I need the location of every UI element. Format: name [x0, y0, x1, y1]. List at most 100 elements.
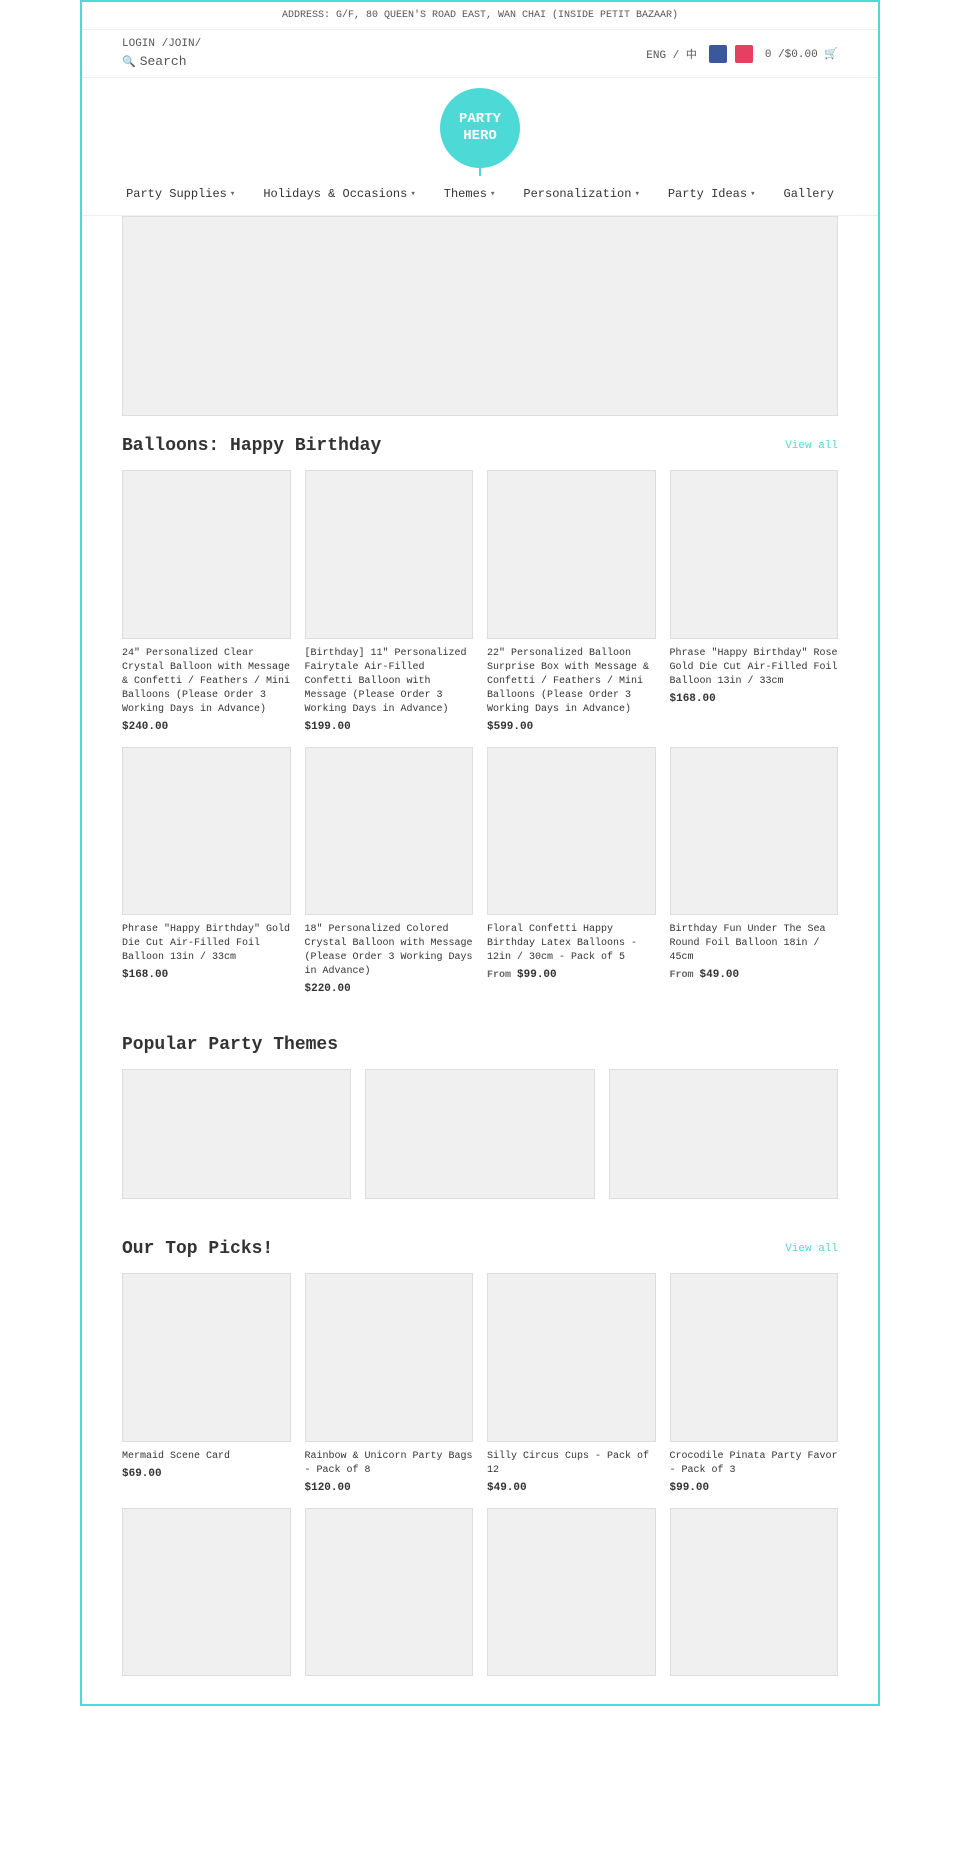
product-card[interactable]: Birthday Fun Under The Sea Round Foil Ba… [670, 747, 839, 996]
balloons-section-header: Balloons: Happy Birthday View all [122, 436, 838, 456]
product-card[interactable]: [Birthday] 11" Personalized Fairytale Ai… [305, 470, 474, 733]
nav-party-ideas[interactable]: Party Ideas ▾ [668, 187, 756, 201]
product-name: Birthday Fun Under The Sea Round Foil Ba… [670, 923, 839, 965]
product-image [305, 747, 474, 916]
cart-info[interactable]: 0 /$0.00 🛒 [765, 47, 838, 61]
nav-party-supplies-label: Party Supplies [126, 187, 227, 201]
balloons-section-title: Balloons: Happy Birthday [122, 436, 381, 456]
product-name: Silly Circus Cups - Pack of 12 [487, 1450, 656, 1478]
nav-party-supplies[interactable]: Party Supplies ▾ [126, 187, 235, 201]
product-image [122, 470, 291, 639]
product-card[interactable]: Silly Circus Cups - Pack of 12 $49.00 [487, 1273, 656, 1494]
top-picks-title: Our Top Picks! [122, 1239, 273, 1259]
product-card[interactable]: Rainbow & Unicorn Party Bags - Pack of 8… [305, 1273, 474, 1494]
cart-icon: 🛒 [824, 49, 838, 61]
product-image [487, 470, 656, 639]
product-image [305, 1273, 474, 1442]
search-bar[interactable]: 🔍 Search [122, 54, 201, 69]
product-card[interactable] [670, 1508, 839, 1685]
social-icons [709, 45, 753, 63]
search-label[interactable]: Search [140, 54, 187, 69]
nav-personalization-label: Personalization [523, 187, 631, 201]
nav-themes[interactable]: Themes ▾ [444, 187, 496, 201]
nav-party-ideas-label: Party Ideas [668, 187, 747, 201]
search-icon: 🔍 [122, 55, 136, 69]
product-price: $120.00 [305, 1482, 474, 1494]
product-price: $599.00 [487, 721, 656, 733]
product-card[interactable] [122, 1508, 291, 1685]
product-price: $168.00 [670, 693, 839, 705]
header-left: LOGIN /JOIN/ 🔍 Search [122, 38, 201, 69]
product-image [305, 470, 474, 639]
theme-card[interactable] [365, 1069, 594, 1199]
price-from-label: From [487, 970, 517, 981]
hero-banner [122, 216, 838, 416]
themes-section-title: Popular Party Themes [122, 1035, 338, 1055]
product-image [122, 1508, 291, 1677]
product-price: From $49.00 [670, 969, 839, 981]
balloons-section: Balloons: Happy Birthday View all 24" Pe… [82, 416, 878, 1015]
nav-gallery[interactable]: Gallery [784, 187, 834, 201]
language-selector[interactable]: ENG / 中 [646, 46, 697, 62]
product-card[interactable]: 22" Personalized Balloon Surprise Box wi… [487, 470, 656, 733]
product-name: Mermaid Scene Card [122, 1450, 291, 1464]
product-image [487, 747, 656, 916]
product-name: 22" Personalized Balloon Surprise Box wi… [487, 647, 656, 717]
themes-section: Popular Party Themes [82, 1015, 878, 1219]
product-image [670, 1273, 839, 1442]
product-price: $168.00 [122, 969, 291, 981]
product-image [305, 1508, 474, 1677]
product-card[interactable]: 24" Personalized Clear Crystal Balloon w… [122, 470, 291, 733]
top-picks-view-all[interactable]: View all [785, 1243, 838, 1255]
product-image [670, 1508, 839, 1677]
nav-holidays-label: Holidays & Occasions [263, 187, 407, 201]
product-image [122, 1273, 291, 1442]
header: LOGIN /JOIN/ 🔍 Search ENG / 中 0 /$0.00 🛒 [82, 30, 878, 78]
header-right: ENG / 中 0 /$0.00 🛒 [646, 45, 838, 63]
login-join-link[interactable]: LOGIN /JOIN/ [122, 38, 201, 50]
balloons-view-all[interactable]: View all [785, 440, 838, 452]
cart-count-price: 0 /$0.00 [765, 49, 818, 61]
product-card[interactable]: Phrase "Happy Birthday" Rose Gold Die Cu… [670, 470, 839, 733]
product-card[interactable]: 18" Personalized Colored Crystal Balloon… [305, 747, 474, 996]
top-picks-section: Our Top Picks! View all Mermaid Scene Ca… [82, 1219, 878, 1704]
top-bar: ADDRESS: G/F, 80 QUEEN'S ROAD EAST, WAN … [82, 2, 878, 30]
theme-card[interactable] [609, 1069, 838, 1199]
balloons-product-grid: 24" Personalized Clear Crystal Balloon w… [122, 470, 838, 995]
chevron-down-icon: ▾ [230, 189, 235, 199]
product-name: Phrase "Happy Birthday" Gold Die Cut Air… [122, 923, 291, 965]
product-price: $69.00 [122, 1468, 291, 1480]
product-name: Phrase "Happy Birthday" Rose Gold Die Cu… [670, 647, 839, 689]
product-card[interactable] [305, 1508, 474, 1685]
logo[interactable]: PARTY HERO [440, 88, 520, 168]
top-picks-product-grid-row2 [122, 1508, 838, 1685]
theme-card[interactable] [122, 1069, 351, 1199]
product-name: [Birthday] 11" Personalized Fairytale Ai… [305, 647, 474, 717]
logo-line1: PARTY [459, 111, 501, 128]
product-price: $240.00 [122, 721, 291, 733]
instagram-icon[interactable] [735, 45, 753, 63]
product-card[interactable]: Crocodile Pinata Party Favor - Pack of 3… [670, 1273, 839, 1494]
chevron-down-icon: ▾ [634, 189, 639, 199]
chevron-down-icon: ▾ [750, 189, 755, 199]
product-card[interactable]: Floral Confetti Happy Birthday Latex Bal… [487, 747, 656, 996]
page-wrapper: ADDRESS: G/F, 80 QUEEN'S ROAD EAST, WAN … [80, 0, 880, 1706]
product-name: Rainbow & Unicorn Party Bags - Pack of 8 [305, 1450, 474, 1478]
product-card[interactable]: Mermaid Scene Card $69.00 [122, 1273, 291, 1494]
product-price: $99.00 [670, 1482, 839, 1494]
nav-holidays-occasions[interactable]: Holidays & Occasions ▾ [263, 187, 415, 201]
chevron-down-icon: ▾ [410, 189, 415, 199]
theme-grid [122, 1069, 838, 1199]
top-picks-product-grid: Mermaid Scene Card $69.00 Rainbow & Unic… [122, 1273, 838, 1494]
product-name: Crocodile Pinata Party Favor - Pack of 3 [670, 1450, 839, 1478]
themes-section-header: Popular Party Themes [122, 1035, 838, 1055]
product-name: 18" Personalized Colored Crystal Balloon… [305, 923, 474, 979]
product-image [670, 470, 839, 639]
nav-personalization[interactable]: Personalization ▾ [523, 187, 639, 201]
product-card[interactable]: Phrase "Happy Birthday" Gold Die Cut Air… [122, 747, 291, 996]
product-image [122, 747, 291, 916]
facebook-icon[interactable] [709, 45, 727, 63]
logo-container: PARTY HERO [82, 78, 878, 173]
main-nav: Party Supplies ▾ Holidays & Occasions ▾ … [82, 173, 878, 216]
product-card[interactable] [487, 1508, 656, 1685]
